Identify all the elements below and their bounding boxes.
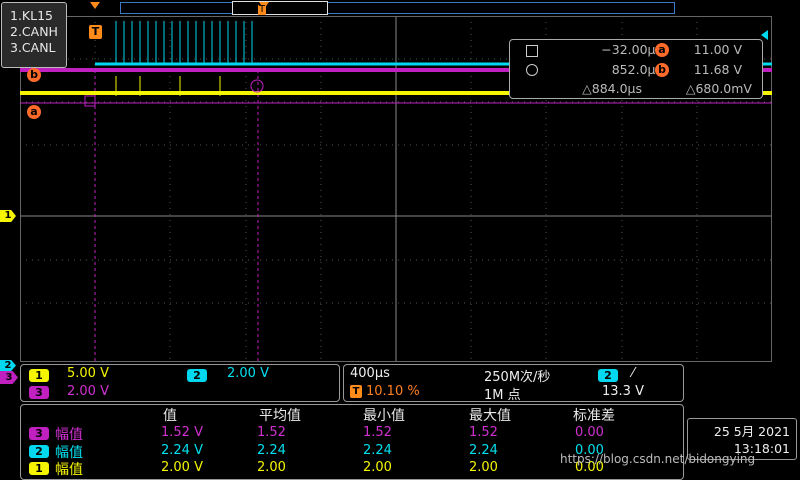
cursor-delta-time: △884.0µs [582, 81, 642, 96]
legend-ch2: 2.CANH [10, 24, 58, 39]
cursor-readout-panel: −32.00µs a 11.00 V 852.0µs b 11.68 V △88… [509, 39, 763, 99]
meas-header-stddev: 标准差 [573, 408, 615, 424]
trigger-source-badge: 2 [598, 369, 618, 382]
trigger-slope-icon: ⁄ [632, 366, 635, 381]
watermark-text: https://blog.csdn.net/bidongying [560, 452, 756, 466]
ch3-ground-marker[interactable]: 3 [0, 371, 18, 384]
meas-row-ch1-value: 2.00 V [161, 460, 203, 475]
trigger-label: T [258, 4, 266, 15]
cursor-a-time: −32.00µs [601, 42, 662, 57]
ch2-ground-marker[interactable]: 2 [0, 360, 16, 371]
meas-row-ch1-min: 2.00 [363, 460, 392, 475]
cursor-b-marker[interactable]: b [27, 68, 41, 82]
meas-header-value: 值 [163, 408, 177, 424]
timebase-scale: 400µs [350, 366, 390, 381]
cursor-b-icon: b [655, 63, 669, 77]
legend-ch3: 3.CANL [10, 40, 56, 55]
ch1-badge: 1 [29, 369, 49, 382]
meas-row-ch1-mean: 2.00 [257, 460, 286, 475]
cursor-a-marker[interactable]: a [27, 105, 41, 119]
meas-row-ch2-max: 2.24 [469, 443, 498, 458]
ch1-scale: 5.00 V [67, 366, 109, 381]
meas-row-ch2-min: 2.24 [363, 443, 392, 458]
ch3-scale: 2.00 V [67, 384, 109, 399]
trigger-level-icon[interactable] [761, 30, 768, 40]
cursor-b-time: 852.0µs [611, 62, 662, 77]
record-length: 1M 点 [484, 388, 521, 403]
date-text: 25 5月 2021 [713, 424, 790, 439]
visible-window-indicator[interactable] [232, 1, 328, 15]
meas-header-max: 最大值 [469, 408, 511, 424]
meas-row-ch3-min: 1.52 [363, 425, 392, 440]
legend-ch1: 1.KL15 [10, 8, 53, 23]
time-cursor-circle-icon [526, 64, 538, 76]
meas-row-ch3-value: 1.52 V [161, 425, 203, 440]
meas-header-min: 最小值 [363, 408, 405, 424]
meas-row-ch3-name: 幅值 [55, 427, 83, 443]
meas-row-ch2-mean: 2.24 [257, 443, 286, 458]
record-length-indicator [120, 2, 675, 14]
meas-row-ch1-name: 幅值 [55, 462, 83, 478]
ch2-scale: 2.00 V [227, 366, 269, 381]
sample-rate: 250M次/秒 [484, 370, 551, 385]
timebase-panel[interactable]: 400µs 250M次/秒 T 10.10 % 1M 点 2 ⁄ 13.3 V [343, 364, 684, 403]
cursor-delta-voltage: △680.0mV [685, 81, 752, 96]
record-overview-bar: T [0, 0, 800, 16]
ch2-badge: 2 [187, 369, 207, 382]
meas-row-ch3-max: 1.52 [469, 425, 498, 440]
cursor-a-voltage: 11.00 V [693, 42, 742, 57]
cursor-a-icon: a [655, 43, 669, 57]
meas-row-ch1-max: 2.00 [469, 460, 498, 475]
trigger-marker[interactable]: T [89, 25, 102, 39]
meas-row-ch3-badge: 3 [29, 427, 49, 440]
trigger-position-icon [90, 2, 100, 9]
meas-row-ch3-stddev: 0.00 [575, 425, 604, 440]
meas-row-ch2-value: 2.24 V [161, 443, 203, 458]
time-cursor-square-icon [526, 45, 538, 57]
meas-row-ch3-mean: 1.52 [257, 425, 286, 440]
channel-legend: 1.KL15 2.CANH 3.CANL [1, 2, 67, 68]
trigger-pos-icon: T [350, 385, 362, 398]
meas-row-ch1-badge: 1 [29, 462, 49, 475]
channel-scale-panel[interactable]: 1 5.00 V 2 2.00 V 3 2.00 V [20, 364, 340, 402]
trigger-position: 10.10 % [366, 384, 420, 399]
cursor-b-voltage: 11.68 V [693, 62, 742, 77]
ch1-ground-marker[interactable]: 1 [0, 210, 16, 222]
measurement-panel: 值 平均值 最小值 最大值 标准差 3 幅值 1.52 V 1.52 1.52 … [20, 404, 684, 480]
ch3-badge: 3 [29, 386, 49, 399]
trigger-level: 13.3 V [602, 384, 644, 399]
meas-header-mean: 平均值 [259, 408, 301, 424]
meas-row-ch2-badge: 2 [29, 445, 49, 458]
